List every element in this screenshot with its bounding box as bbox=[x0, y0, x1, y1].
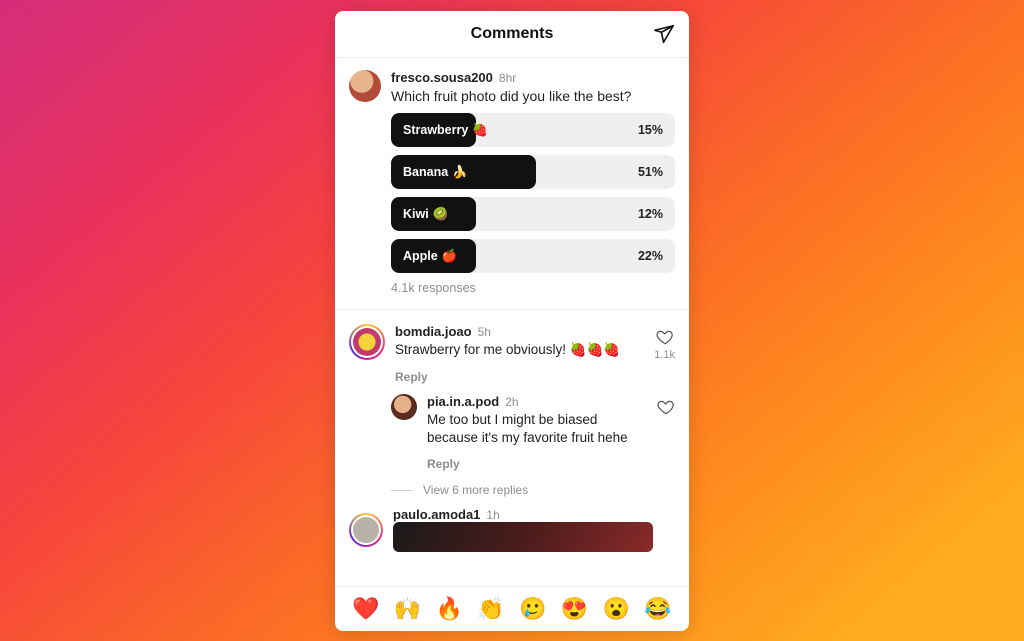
reply-button[interactable]: Reply bbox=[395, 370, 644, 384]
timestamp: 5h bbox=[478, 325, 491, 339]
banana-icon: 🍌 bbox=[452, 165, 468, 180]
reply-button[interactable]: Reply bbox=[427, 457, 647, 471]
apple-icon: 🍎 bbox=[442, 249, 458, 264]
emoji-heart[interactable]: ❤️ bbox=[352, 596, 379, 622]
share-icon[interactable] bbox=[653, 23, 675, 45]
poll-option-label: Apple bbox=[403, 249, 438, 263]
poll-option[interactable]: Kiwi 🥝 12% bbox=[391, 197, 675, 231]
timestamp: 2h bbox=[505, 395, 518, 409]
avatar[interactable] bbox=[349, 70, 381, 102]
emoji-quick-bar: ❤️ 🙌 🔥 👏 🥲 😍 😮 😂 bbox=[335, 586, 689, 631]
post-text: Which fruit photo did you like the best? bbox=[391, 87, 631, 106]
app-frame: Comments fresco.sousa200 8hr Which bbox=[335, 11, 689, 631]
avatar[interactable] bbox=[349, 513, 383, 547]
username[interactable]: pia.in.a.pod bbox=[427, 394, 499, 409]
comment-media[interactable] bbox=[393, 522, 653, 552]
emoji-fire[interactable]: 🔥 bbox=[436, 596, 463, 622]
avatar[interactable] bbox=[349, 324, 385, 360]
poll-option-pct: 15% bbox=[638, 123, 663, 137]
view-more-replies[interactable]: View 6 more replies bbox=[391, 483, 675, 497]
emoji-raise[interactable]: 🙌 bbox=[394, 596, 421, 622]
poll-option-pct: 51% bbox=[638, 165, 663, 179]
poll-option-pct: 12% bbox=[638, 207, 663, 221]
poll-responses: 4.1k responses bbox=[391, 281, 675, 295]
comment-block: bomdia.joao 5h Strawberry for me obvious… bbox=[335, 310, 689, 497]
emoji-tear[interactable]: 🥲 bbox=[519, 596, 546, 622]
emoji-hearteyes[interactable]: 😍 bbox=[561, 596, 588, 622]
like-icon[interactable] bbox=[656, 328, 674, 346]
poll-option[interactable]: Apple 🍎 22% bbox=[391, 239, 675, 273]
poll-widget: Strawberry 🍓 15% Banana 🍌 51% Kiwi 🥝 12% bbox=[391, 113, 675, 295]
like-icon[interactable] bbox=[657, 398, 675, 416]
poll-option[interactable]: Banana 🍌 51% bbox=[391, 155, 675, 189]
avatar[interactable] bbox=[391, 394, 417, 420]
header-bar: Comments bbox=[335, 11, 689, 58]
comment-text: Me too but I might be biased because it'… bbox=[427, 411, 647, 447]
timestamp: 1h bbox=[486, 508, 499, 522]
emoji-wow[interactable]: 😮 bbox=[603, 596, 630, 622]
poll-option-label: Kiwi bbox=[403, 207, 429, 221]
comment-block: paulo.amoda1 1h bbox=[335, 497, 689, 552]
emoji-clap[interactable]: 👏 bbox=[477, 596, 504, 622]
page-title: Comments bbox=[471, 25, 554, 43]
poll-option[interactable]: Strawberry 🍓 15% bbox=[391, 113, 675, 147]
kiwi-icon: 🥝 bbox=[433, 207, 449, 222]
like-count: 1.1k bbox=[654, 349, 675, 361]
comment-reply: pia.in.a.pod 2h Me too but I might be bi… bbox=[391, 394, 675, 471]
strawberry-icon: 🍓 bbox=[472, 123, 488, 138]
poll-post: fresco.sousa200 8hr Which fruit photo di… bbox=[335, 58, 689, 311]
scroll-area[interactable]: fresco.sousa200 8hr Which fruit photo di… bbox=[335, 58, 689, 586]
poll-option-label: Strawberry bbox=[403, 123, 468, 137]
gradient-background: Comments fresco.sousa200 8hr Which bbox=[0, 0, 1024, 641]
poll-option-pct: 22% bbox=[638, 249, 663, 263]
emoji-laugh[interactable]: 😂 bbox=[644, 596, 671, 622]
poll-option-label: Banana bbox=[403, 165, 448, 179]
username[interactable]: paulo.amoda1 bbox=[393, 507, 480, 522]
timestamp: 8hr bbox=[499, 71, 516, 85]
comment-text: Strawberry for me obviously! 🍓🍓🍓 bbox=[395, 341, 644, 359]
username[interactable]: fresco.sousa200 bbox=[391, 70, 493, 85]
username[interactable]: bomdia.joao bbox=[395, 324, 472, 339]
